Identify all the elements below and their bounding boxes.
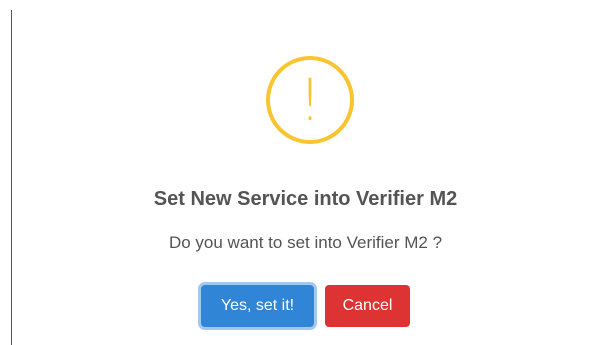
warning-icon: ! <box>266 56 354 144</box>
confirm-button[interactable]: Yes, set it! <box>201 285 314 327</box>
page: ! Set New Service into Verifier M2 Do yo… <box>0 0 591 345</box>
cancel-button[interactable]: Cancel <box>325 285 410 327</box>
dialog-message: Do you want to set into Verifier M2 ? <box>168 233 443 252</box>
dialog-title: Set New Service into Verifier M2 <box>153 188 458 210</box>
exclamation-mark: ! <box>298 66 322 134</box>
confirm-dialog: ! Set New Service into Verifier M2 Do yo… <box>12 0 591 345</box>
